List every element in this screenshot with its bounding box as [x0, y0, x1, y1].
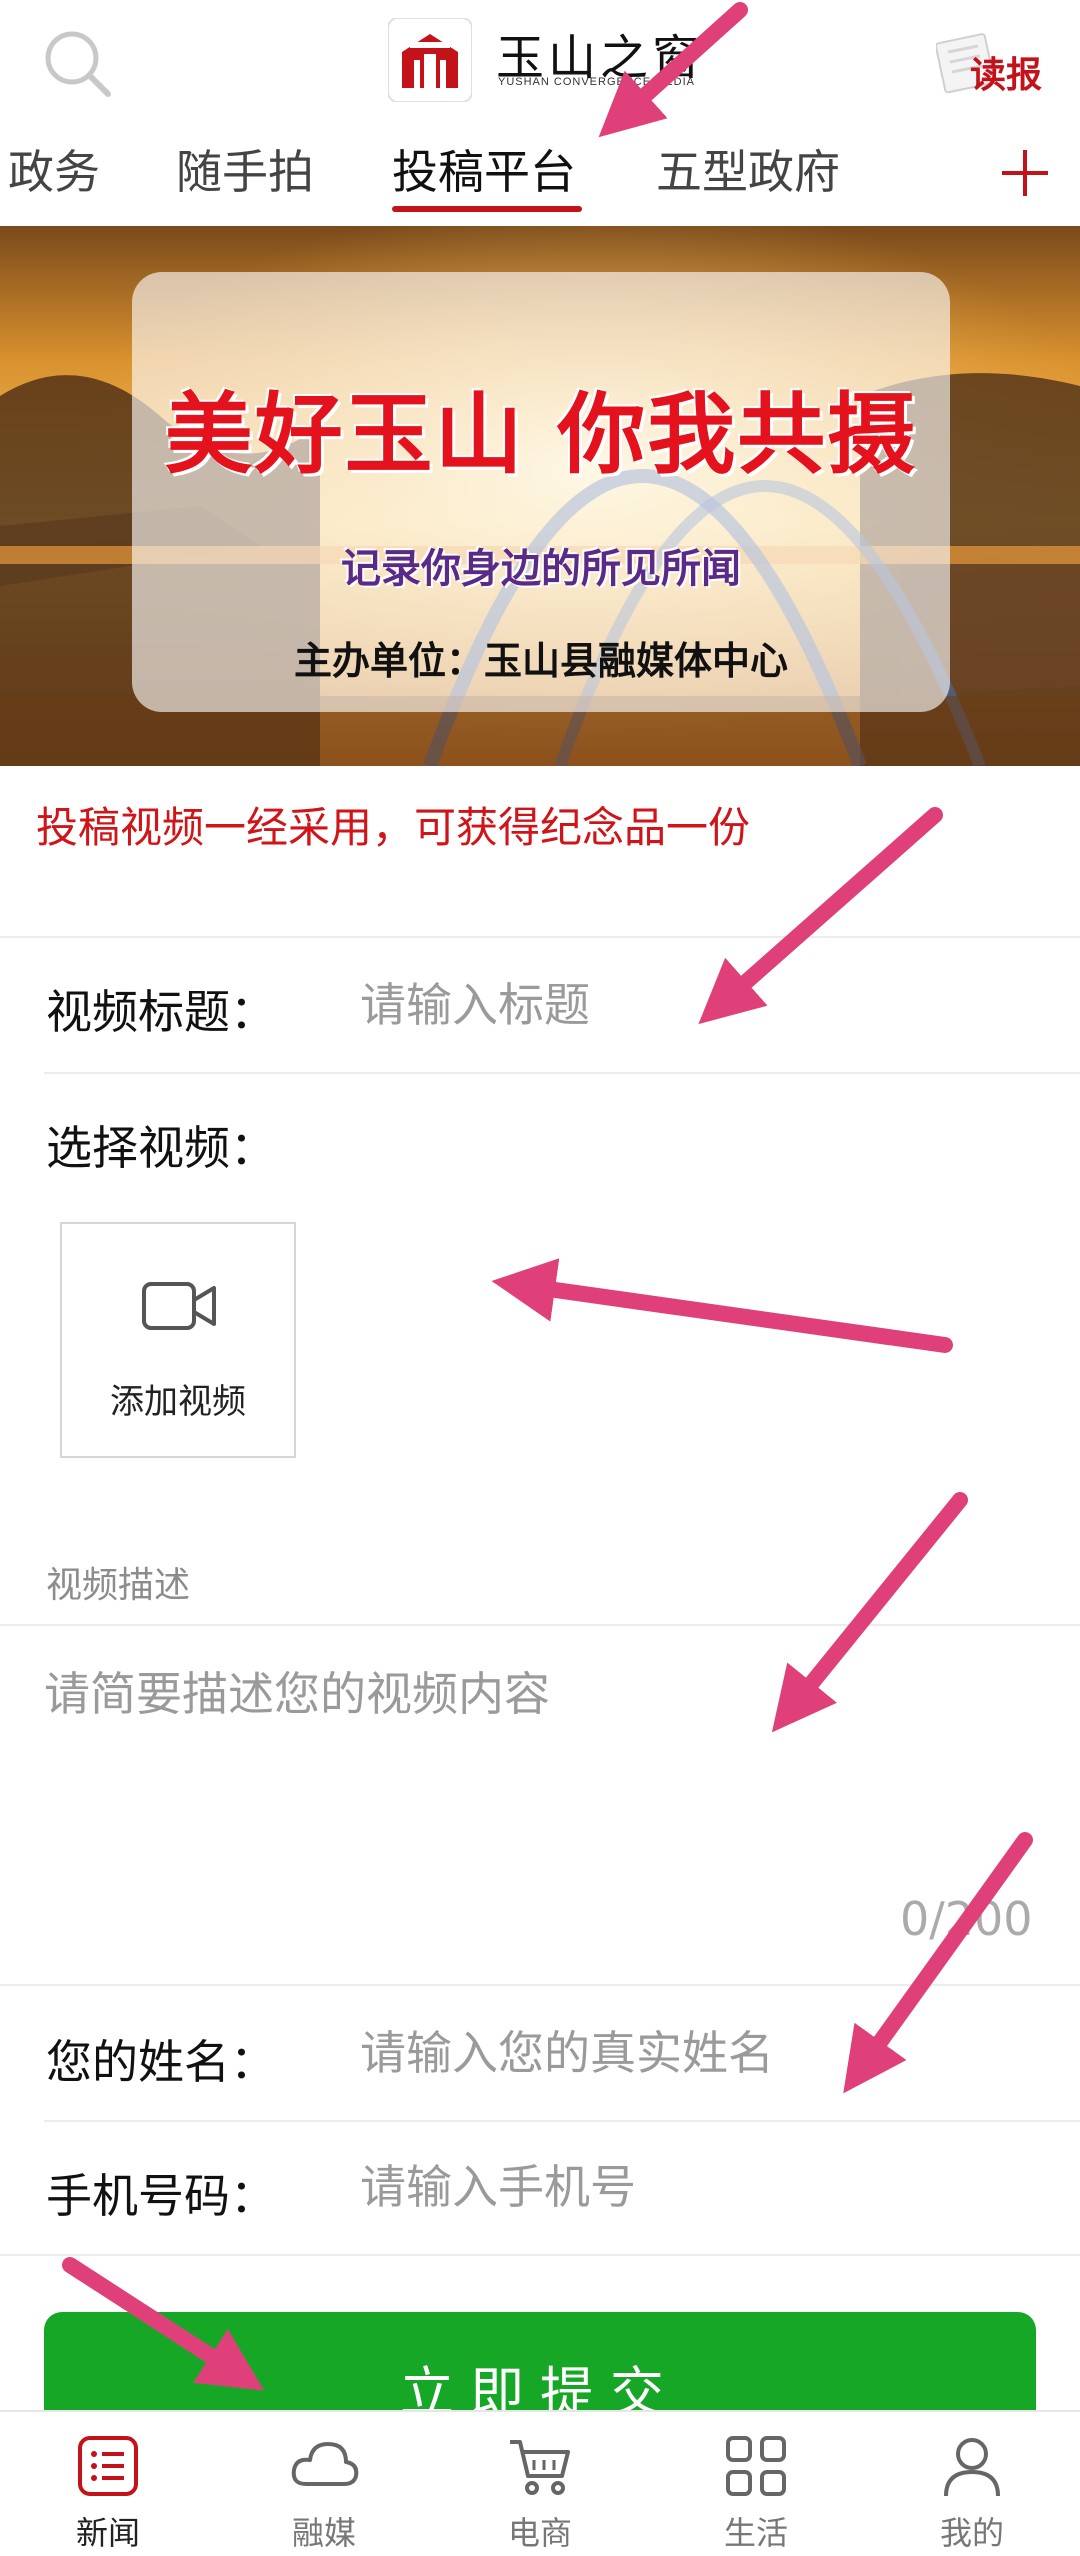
description-bottom-divider — [0, 1984, 1080, 1986]
channel-tabs: 政务 随手拍 投稿平台 五型政府 — [0, 130, 1080, 230]
news-list-icon — [78, 2436, 138, 2496]
video-camera-icon — [142, 1282, 216, 1330]
tab-snapshot[interactable]: 随手拍 — [176, 136, 314, 216]
logo-mark-icon — [388, 18, 472, 102]
name-input[interactable] — [360, 2008, 1040, 2098]
field-divider — [44, 1072, 1080, 1074]
select-video-label: 选择视频： — [46, 1121, 276, 1175]
user-icon — [944, 2438, 1000, 2497]
promo-banner[interactable]: 美好玉山 你我共摄 记录你身边的所见所闻 主办单位：玉山县融媒体中心 — [0, 226, 1080, 766]
nav-item-life[interactable]: 生活 — [648, 2412, 864, 2556]
grid-icon — [726, 2436, 786, 2496]
video-description-label: 视频描述 — [46, 1565, 191, 1606]
banner-card: 美好玉山 你我共摄 记录你身边的所见所闻 主办单位：玉山县融媒体中心 — [132, 272, 950, 712]
banner-headline: 美好玉山 你我共摄 — [164, 383, 918, 486]
logo-subtitle: YUSHAN CONVERGENCE MEDIA — [498, 76, 695, 88]
nav-label: 生活 — [723, 2514, 788, 2552]
nav-label: 新闻 — [75, 2514, 140, 2552]
add-channel-button[interactable] — [990, 138, 1060, 208]
tab-overflow-fade — [900, 130, 1000, 230]
plus-icon — [1002, 150, 1048, 196]
banner-organizer: 主办单位：玉山县融媒体中心 — [293, 639, 788, 683]
phone-label: 手机号码： — [46, 2169, 276, 2223]
nav-item-media[interactable]: 融媒 — [216, 2412, 432, 2556]
tab-government[interactable]: 政务 — [8, 136, 100, 216]
tab-five-type-government[interactable]: 五型政府 — [656, 136, 840, 216]
description-char-counter: 0/200 — [900, 1892, 1033, 1946]
nav-label: 电商 — [507, 2514, 572, 2552]
nav-item-shop[interactable]: 电商 — [432, 2412, 648, 2556]
active-tab-indicator — [392, 206, 582, 212]
nav-label: 我的 — [939, 2514, 1004, 2552]
nav-label: 融媒 — [291, 2514, 356, 2552]
arrow-to-add-video — [491, 1258, 953, 1353]
phone-input[interactable] — [360, 2142, 1040, 2232]
search-icon — [45, 31, 111, 97]
search-button[interactable] — [40, 26, 120, 106]
section-divider — [0, 936, 1080, 938]
video-title-input[interactable] — [360, 960, 1040, 1050]
cart-icon — [510, 2440, 570, 2495]
tab-submission-platform[interactable]: 投稿平台 — [392, 136, 576, 216]
name-label: 您的姓名： — [46, 2035, 276, 2089]
read-paper-button[interactable]: 读报 — [930, 22, 1050, 112]
read-paper-label: 读报 — [970, 54, 1043, 96]
app-logo: 玉山之窗 YUSHAN CONVERGENCE MEDIA — [388, 14, 708, 104]
description-top-divider — [0, 1624, 1080, 1626]
nav-item-news[interactable]: 新闻 — [0, 2412, 216, 2556]
app-header: 玉山之窗 YUSHAN CONVERGENCE MEDIA 读报 — [0, 0, 1080, 140]
reward-notice: 投稿视频一经采用，可获得纪念品一份 — [36, 803, 751, 852]
add-video-label: 添加视频 — [110, 1382, 246, 1422]
nav-item-profile[interactable]: 我的 — [864, 2412, 1080, 2556]
video-title-label: 视频标题： — [46, 985, 276, 1039]
cloud-icon — [291, 2442, 359, 2486]
video-description-textarea[interactable] — [44, 1658, 1034, 1918]
field-divider — [0, 2254, 1080, 2256]
add-video-button[interactable]: 添加视频 — [60, 1222, 296, 1458]
bottom-navigation: 新闻 融媒 电商 生活 我的 — [0, 2410, 1080, 2556]
field-divider — [44, 2120, 1080, 2122]
banner-subtitle: 记录你身边的所见所闻 — [341, 546, 741, 592]
